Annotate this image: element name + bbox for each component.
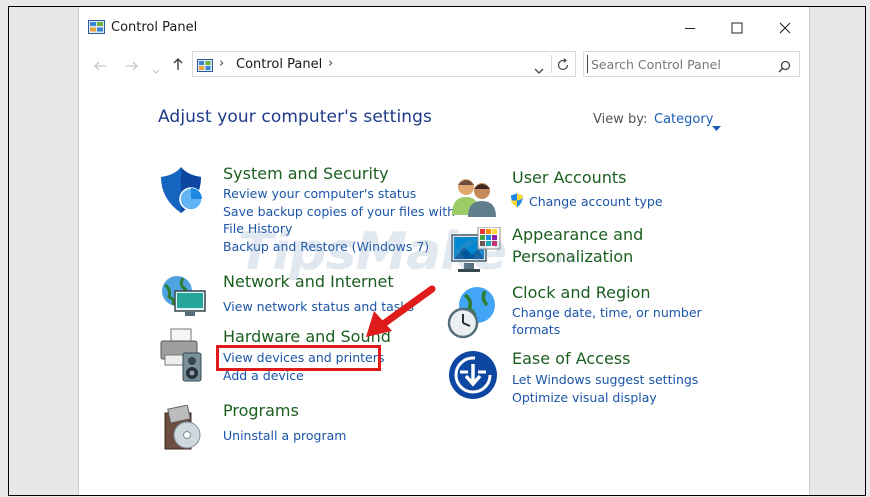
view-by-dropdown[interactable]: Category — [654, 112, 713, 127]
maximize-button[interactable] — [715, 13, 759, 43]
control-panel-window: Control Panel › Control Panel › Search C… — [78, 7, 810, 495]
search-field[interactable]: Search Control Panel — [583, 51, 800, 77]
ease-of-access-icon[interactable] — [448, 350, 500, 402]
minimize-button[interactable] — [668, 13, 712, 43]
network-internet-globe-icon[interactable] — [157, 271, 209, 323]
category-title-programs[interactable]: Programs — [223, 401, 299, 420]
forward-arrow-icon[interactable] — [125, 57, 139, 76]
search-placeholder: Search Control Panel — [591, 57, 721, 72]
right-margin — [810, 7, 865, 495]
appearance-monitor-palette-icon[interactable] — [450, 226, 502, 279]
link-file-history[interactable]: File History — [223, 220, 292, 237]
breadcrumb-separator: › — [328, 56, 334, 71]
back-arrow-icon[interactable] — [93, 57, 107, 76]
link-uninstall-a-program[interactable]: Uninstall a program — [223, 427, 346, 444]
address-divider — [551, 55, 552, 73]
highlight-rectangle — [216, 345, 381, 371]
view-by-dropdown-arrow-icon[interactable] — [712, 117, 721, 136]
link-review-computer-status[interactable]: Review your computer's status — [223, 185, 416, 202]
breadcrumb-control-panel[interactable]: Control Panel — [236, 57, 322, 72]
red-arrow-annotation-icon — [362, 283, 438, 345]
uac-shield-icon — [510, 193, 524, 212]
link-optimize-visual-display[interactable]: Optimize visual display — [512, 389, 657, 406]
system-security-shield-icon[interactable] — [157, 165, 209, 217]
hardware-sound-printer-icon[interactable] — [157, 327, 209, 382]
up-arrow-icon[interactable] — [172, 56, 184, 75]
text-cursor — [587, 55, 588, 73]
programs-disc-box-icon[interactable] — [163, 404, 215, 457]
category-title-ease-of-access[interactable]: Ease of Access — [512, 349, 630, 368]
breadcrumb-separator: › — [219, 56, 225, 71]
page-heading: Adjust your computer's settings — [158, 107, 432, 127]
link-change-date-time-number[interactable]: Change date, time, or number — [512, 304, 702, 321]
close-button[interactable] — [763, 13, 807, 43]
window-title: Control Panel — [111, 20, 198, 35]
link-backup-and-restore[interactable]: Backup and Restore (Windows 7) — [223, 238, 429, 255]
link-save-backup-copies[interactable]: Save backup copies of your files with — [223, 203, 455, 220]
link-formats[interactable]: formats — [512, 321, 560, 338]
link-let-windows-suggest-settings[interactable]: Let Windows suggest settings — [512, 371, 698, 388]
category-title-system-and-security[interactable]: System and Security — [223, 164, 389, 183]
address-control-panel-icon — [197, 57, 213, 76]
address-dropdown-chevron-icon[interactable] — [534, 60, 544, 79]
category-title-user-accounts[interactable]: User Accounts — [512, 168, 627, 187]
search-icon[interactable] — [778, 58, 791, 77]
watermark-suffix: .com — [540, 249, 577, 267]
address-bar[interactable]: › Control Panel › — [192, 51, 576, 77]
left-margin — [9, 7, 78, 495]
category-title-clock-and-region[interactable]: Clock and Region — [512, 283, 651, 302]
category-title-appearance-line1[interactable]: Appearance and — [512, 225, 643, 244]
user-accounts-people-icon[interactable] — [450, 175, 502, 227]
clock-region-globe-clock-icon[interactable] — [447, 285, 499, 339]
control-panel-icon — [88, 19, 105, 38]
recent-locations-chevron-icon[interactable] — [152, 60, 160, 79]
view-by-label: View by: — [593, 112, 648, 127]
link-change-account-type[interactable]: Change account type — [529, 193, 663, 210]
refresh-icon[interactable] — [556, 57, 570, 76]
